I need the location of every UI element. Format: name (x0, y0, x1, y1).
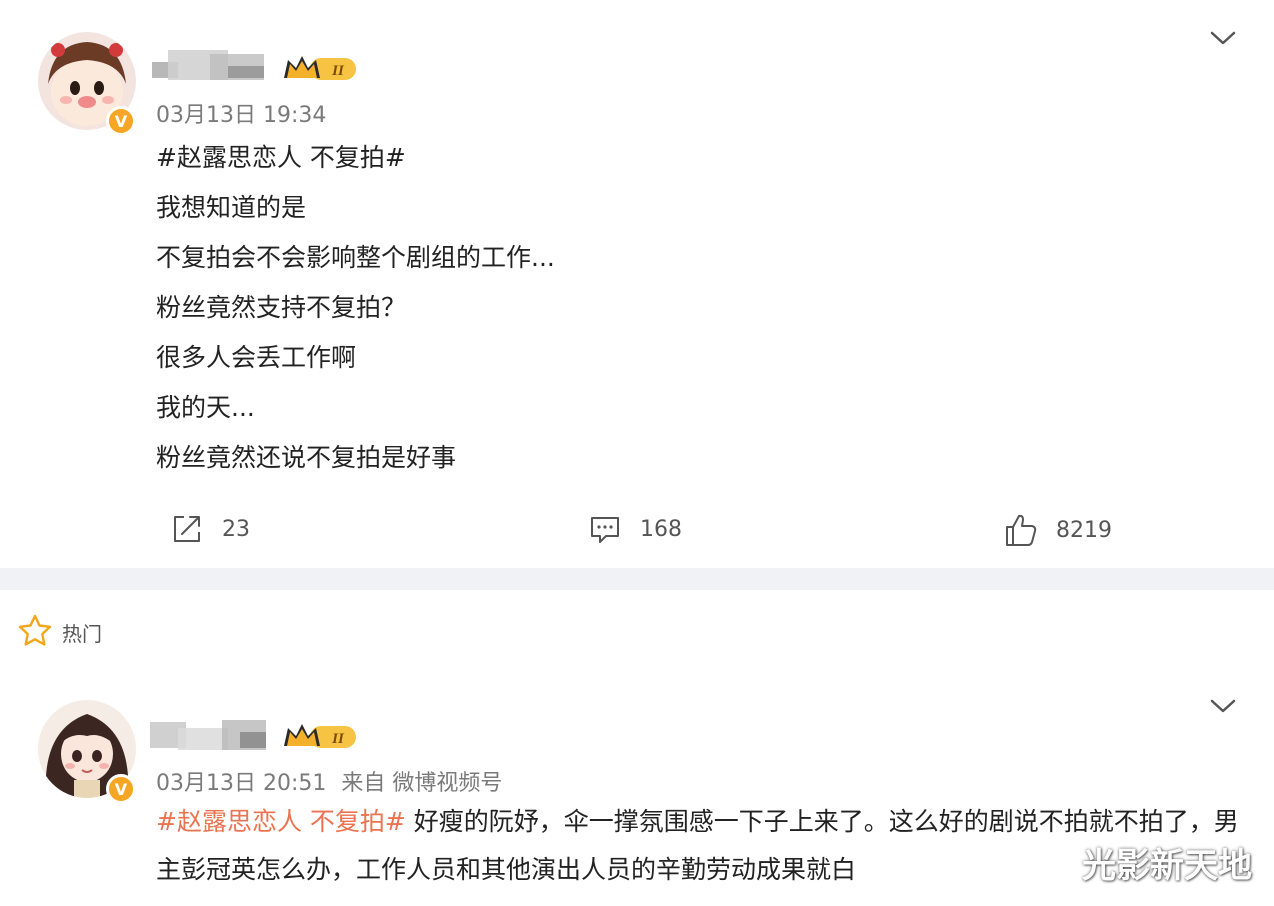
username-blurred[interactable] (150, 48, 268, 82)
comment-count: 168 (640, 516, 682, 542)
verified-badge: V (106, 774, 136, 804)
vip-crown-icon: II (284, 56, 356, 80)
comment-timestamp: 03月13日 20:51 (156, 771, 327, 796)
thumbs-up-icon (1006, 514, 1037, 546)
watermark: 光影新天地 (1082, 846, 1252, 886)
hot-comments-header: 热门 (0, 590, 1274, 670)
vip-crown-icon: II (284, 724, 356, 748)
topic-hashtag-link[interactable]: #赵露思恋人 不复拍# (156, 807, 406, 836)
post-text-line: 很多人会丢工作啊 (156, 343, 357, 372)
like-count: 8219 (1056, 517, 1112, 543)
like-button[interactable]: 8219 (1004, 512, 1112, 548)
repost-count: 23 (222, 516, 250, 542)
hot-tab-label[interactable]: 热门 (62, 618, 102, 647)
chevron-down-icon[interactable] (1208, 696, 1238, 716)
comment-button[interactable]: 168 (588, 512, 682, 546)
vip-level-text: II (331, 731, 345, 747)
chevron-down-icon[interactable] (1208, 28, 1238, 48)
post-text-line: 我的天... (156, 393, 255, 422)
vip-level-text: II (331, 63, 345, 79)
weibo-post: V II 03月13日 19:34 #赵露思恋人 不复拍# 我想知道的是 不复拍… (0, 0, 1274, 568)
comment-meta: 03月13日 20:51 来自 微博视频号 (156, 765, 502, 797)
post-action-bar: 23 168 8219 (0, 508, 1274, 552)
post-timestamp: 03月13日 19:34 (156, 103, 327, 128)
star-icon (18, 614, 52, 646)
comment-icon (591, 517, 619, 543)
post-text-line: 不复拍会不会影响整个剧组的工作... (156, 243, 555, 272)
section-divider (0, 568, 1274, 590)
post-text-line: 粉丝竟然还说不复拍是好事 (156, 443, 457, 472)
verified-badge: V (106, 106, 136, 136)
repost-button[interactable]: 23 (170, 512, 250, 546)
comment-source[interactable]: 来自 微博视频号 (341, 771, 502, 796)
post-text-line: 粉丝竟然支持不复拍？ (156, 293, 407, 322)
topic-hashtag-link[interactable]: #赵露思恋人 不复拍# (156, 138, 406, 174)
username-blurred[interactable] (148, 718, 268, 752)
repost-icon (174, 516, 200, 542)
post-text-line: 我想知道的是 (156, 193, 307, 222)
